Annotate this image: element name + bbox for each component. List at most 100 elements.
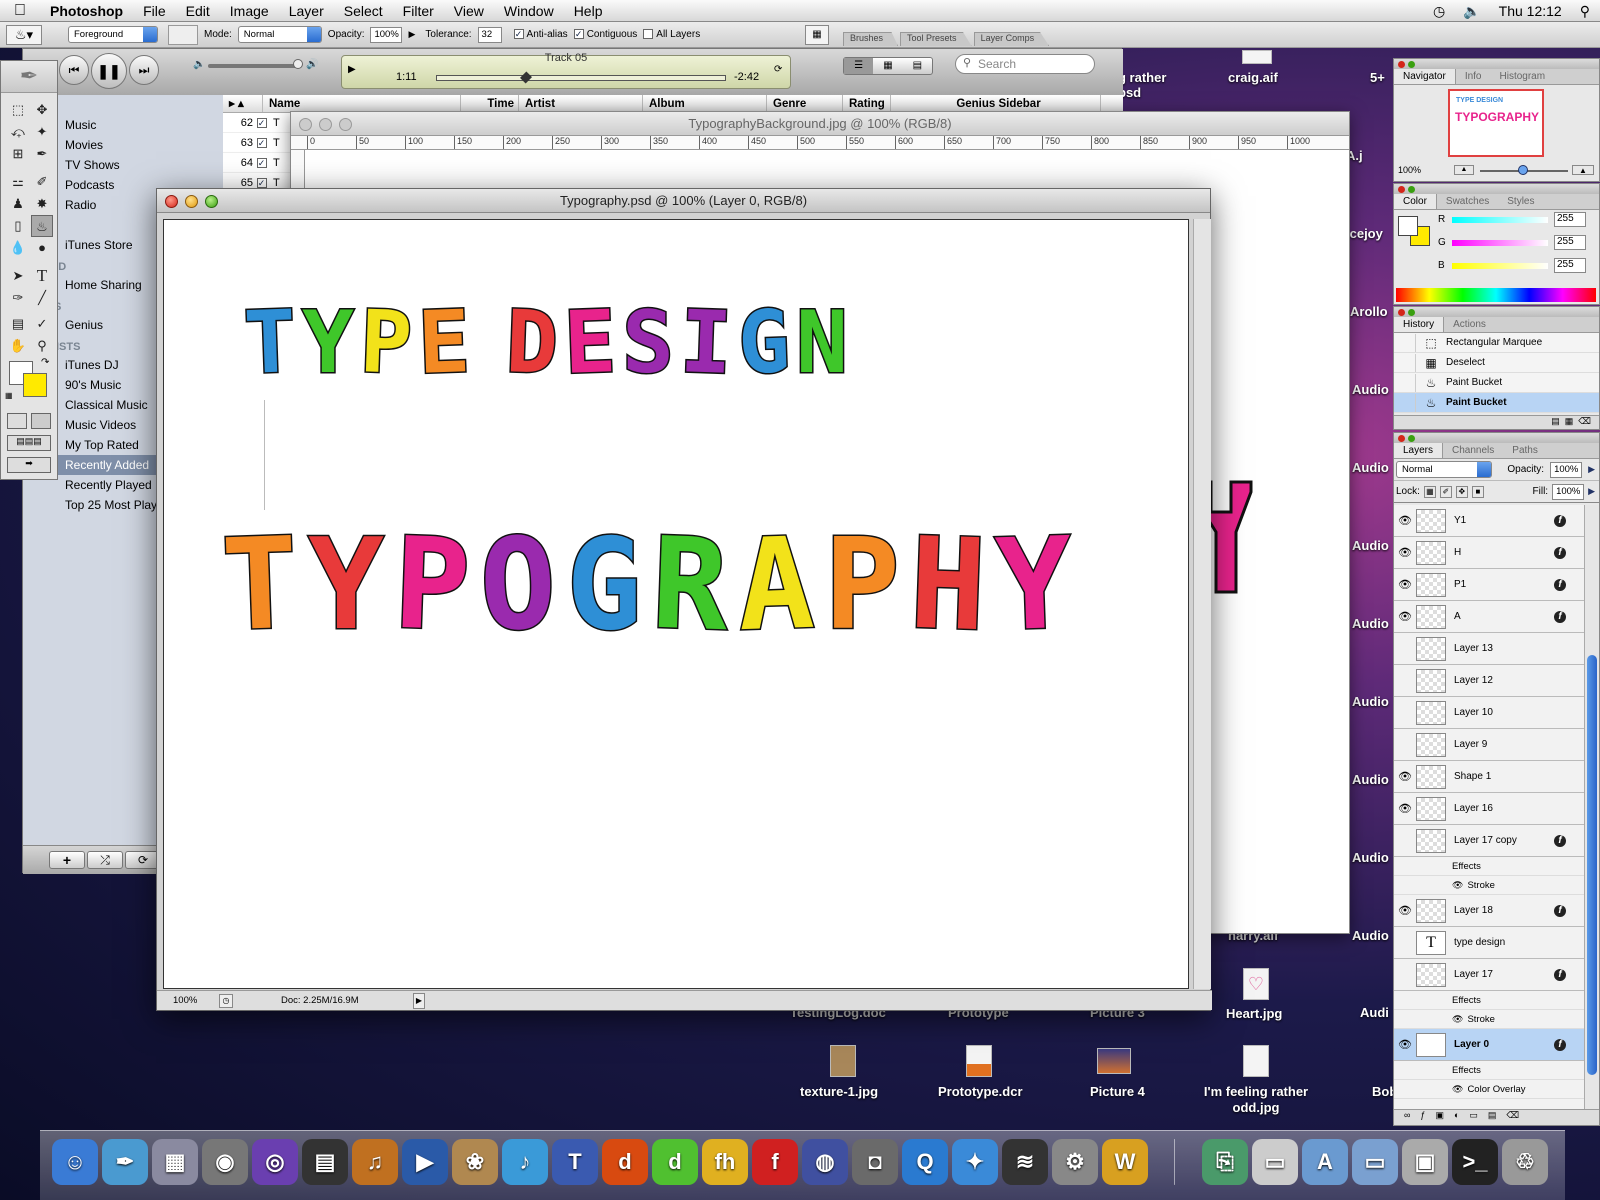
history-brush-source[interactable] [1394, 373, 1416, 392]
visibility-eye-icon[interactable]: 👁 [1394, 610, 1416, 623]
contiguous-checkbox[interactable]: ✓ Contiguous [573, 29, 637, 40]
shuffle-icon[interactable]: ⤮ [87, 851, 123, 869]
preview-icon[interactable]: ▦ [152, 1139, 198, 1185]
zoom-icon[interactable] [205, 195, 218, 208]
quicktime-icon[interactable]: Q [902, 1139, 948, 1185]
track-checkbox[interactable]: ✓ [253, 133, 273, 152]
col-name[interactable]: Name [263, 95, 461, 112]
iphoto-icon[interactable]: ❀ [452, 1139, 498, 1185]
texture-file-icon[interactable] [830, 1045, 856, 1077]
zoom-slider-knob[interactable] [1518, 165, 1528, 175]
background-color-swatch[interactable] [23, 373, 47, 397]
layer-effects-icon[interactable]: f [1554, 514, 1566, 527]
jpg-file-icon[interactable] [1243, 1045, 1269, 1077]
layer-row[interactable]: Layer 12 [1394, 665, 1584, 697]
b-field[interactable]: 255 [1554, 258, 1586, 273]
hand-tool-icon[interactable]: ✋ [7, 335, 29, 357]
layer-row[interactable]: Layer 10 [1394, 697, 1584, 729]
tab-styles[interactable]: Styles [1498, 194, 1543, 209]
standard-mode-icon[interactable] [7, 413, 27, 429]
tab-layers[interactable]: Layers [1394, 443, 1444, 458]
desktop-label[interactable]: Audio [1352, 616, 1389, 631]
volume-slider[interactable] [208, 64, 298, 68]
dcr-file-icon[interactable] [966, 1045, 992, 1077]
layer-effects-icon[interactable]: f [1554, 968, 1566, 981]
lasso-tool-icon[interactable]: ⤽ [7, 121, 29, 143]
layer-opacity-field[interactable]: 100% [1550, 461, 1583, 478]
desktop-label[interactable]: Prototype.dcr [938, 1084, 1023, 1099]
status-menu-icon[interactable]: ◷ [219, 994, 233, 1008]
snapshot-icon[interactable]: ▤ [1551, 416, 1560, 426]
layer-row[interactable]: Ttype design [1394, 927, 1584, 959]
layer-effects-icon[interactable]: f [1554, 904, 1566, 917]
close-icon[interactable] [1398, 435, 1405, 442]
antialias-checkbox[interactable]: ✓ Anti-alias [513, 29, 568, 40]
play-mode-icon[interactable]: ▶ [348, 64, 356, 75]
zoom-icon[interactable] [1408, 435, 1415, 442]
check-icon[interactable]: ✓ [256, 158, 267, 169]
desktop-label[interactable]: texture-1.jpg [800, 1084, 878, 1099]
document-icon[interactable]: ▭ [1252, 1139, 1298, 1185]
zoom-icon[interactable] [339, 118, 352, 131]
pattern-picker[interactable] [168, 24, 198, 45]
close-icon[interactable] [1398, 309, 1405, 316]
pen-tool-icon[interactable]: ✑ [7, 287, 29, 309]
zoom-icon[interactable] [1408, 309, 1415, 316]
layer-effects-icon[interactable]: f [1554, 610, 1566, 623]
list-view-icon[interactable]: ☰ [844, 58, 874, 74]
layer-effects-icon[interactable]: f [1554, 834, 1566, 847]
history-state[interactable]: ▦ Deselect [1394, 353, 1599, 373]
zoom-in-icon[interactable]: ▲ [1572, 165, 1594, 175]
history-brush-source[interactable] [1394, 333, 1416, 352]
layer-row[interactable]: Layer 13 [1394, 633, 1584, 665]
type-tool-icon[interactable]: T [31, 265, 53, 287]
app-menu[interactable]: Photoshop [40, 0, 133, 22]
network-icon[interactable]: ⎘ [1202, 1139, 1248, 1185]
layers-scroll-thumb[interactable] [1587, 655, 1597, 1075]
soundtrack-icon[interactable]: ≋ [1002, 1139, 1048, 1185]
heart-file-icon[interactable]: ♡ [1243, 968, 1269, 1000]
terminal-icon[interactable]: >_ [1452, 1139, 1498, 1185]
clock[interactable]: Thu 12:12 [1499, 3, 1562, 19]
swap-colors-icon[interactable]: ↷ [41, 357, 49, 368]
folder-icon[interactable]: ▭ [1352, 1139, 1398, 1185]
col-arrow-icon[interactable]: ▸ ▴ [223, 95, 263, 112]
layer-row[interactable]: 👁 Layer 0 f [1394, 1029, 1584, 1061]
aperture-icon[interactable]: ◍ [802, 1139, 848, 1185]
finder-icon[interactable]: ☺ [52, 1139, 98, 1185]
magic-wand-tool-icon[interactable]: ✦ [31, 121, 53, 143]
effect-item[interactable]: 👁 Color Overlay [1394, 1080, 1584, 1099]
apple-menu-icon[interactable]:  [0, 2, 40, 20]
wordpress-icon[interactable]: W [1102, 1139, 1148, 1185]
healing-brush-tool-icon[interactable]: ⚍ [7, 171, 29, 193]
visibility-eye-icon[interactable]: 👁 [1394, 1038, 1416, 1051]
effect-item[interactable]: 👁 Stroke [1394, 876, 1584, 895]
opacity-arrow-icon[interactable]: ▶ [408, 29, 415, 40]
zoom-tool-icon[interactable]: ⚲ [31, 335, 53, 357]
canvas[interactable]: TYPE DESIGN TYPOGRAPHY [163, 219, 1189, 989]
g-field[interactable]: 255 [1554, 235, 1586, 250]
check-icon[interactable]: ✓ [256, 178, 267, 189]
line-tool-icon[interactable]: ╱ [31, 287, 53, 309]
visibility-eye-icon[interactable]: 👁 [1394, 802, 1416, 815]
zoom-icon[interactable] [1408, 61, 1415, 68]
screen-mode-icon[interactable]: ▤▤▤ [7, 435, 51, 451]
layer-effects-icon[interactable]: f [1554, 546, 1566, 559]
close-icon[interactable] [165, 195, 178, 208]
horizontal-ruler[interactable]: 0 50 100 150 200 250 300 350 400 450 500 550 600 650 7… [291, 136, 1349, 150]
tab-paths[interactable]: Paths [1503, 443, 1547, 458]
layer-fill-field[interactable]: 100% [1552, 483, 1585, 500]
previous-icon[interactable]: ⏮ [59, 55, 89, 85]
minimize-icon[interactable] [185, 195, 198, 208]
g-slider[interactable] [1452, 240, 1548, 246]
fg-swatch[interactable] [1398, 216, 1418, 236]
slice-tool-icon[interactable]: ✒ [31, 143, 53, 165]
history-state[interactable]: ♨ Paint Bucket [1394, 373, 1599, 393]
dreamweaver-green-icon[interactable]: d [652, 1139, 698, 1185]
desktop-label[interactable]: Audio [1352, 850, 1389, 865]
iphoto-camera-icon[interactable]: ◘ [852, 1139, 898, 1185]
lock-pixels-icon[interactable]: ✐ [1439, 485, 1452, 498]
fill-source-select[interactable]: Foreground [68, 26, 158, 43]
menu-help[interactable]: Help [564, 0, 613, 22]
opacity-field[interactable]: 100% [370, 26, 403, 43]
